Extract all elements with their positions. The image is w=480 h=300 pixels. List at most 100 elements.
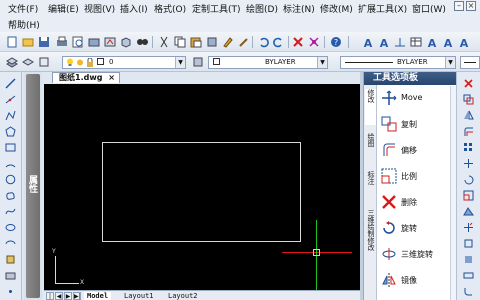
menu-edit[interactable]: 编辑(E) xyxy=(48,2,79,15)
brush-icon[interactable] xyxy=(238,36,250,48)
insert-block-icon[interactable] xyxy=(5,254,16,265)
tool-erase[interactable]: 删除 xyxy=(381,192,455,214)
layer-select[interactable]: 0 ▼ xyxy=(62,56,186,69)
menu-custom-tools[interactable]: 定制工具(T) xyxy=(192,2,241,15)
save-icon[interactable] xyxy=(38,36,50,48)
mirror-icon[interactable] xyxy=(463,110,474,121)
redo-icon[interactable] xyxy=(272,36,284,48)
text-style-icon[interactable]: A xyxy=(362,36,374,48)
break-icon[interactable] xyxy=(463,254,474,265)
tab-dimension[interactable]: 标注 xyxy=(365,171,376,201)
chevron-down-icon[interactable]: ▼ xyxy=(317,57,327,68)
menu-extend-tools[interactable]: 扩展工具(X) xyxy=(358,2,407,15)
layer-manager-icon[interactable] xyxy=(6,56,18,68)
delete-icon[interactable] xyxy=(292,36,304,48)
tab-layout2[interactable]: Layout2 xyxy=(168,292,198,300)
fillet-icon[interactable] xyxy=(463,286,474,297)
last-layout-button[interactable]: ▶| xyxy=(73,292,81,300)
construction-line-icon[interactable] xyxy=(5,94,16,105)
layer-previous-icon[interactable] xyxy=(22,56,34,68)
close-button[interactable]: × xyxy=(466,1,476,11)
scale-icon[interactable] xyxy=(463,190,474,201)
lineweight-select[interactable] xyxy=(460,56,480,69)
3d-icon[interactable] xyxy=(120,36,132,48)
point-icon[interactable] xyxy=(5,286,16,297)
ellipse-arc-icon[interactable] xyxy=(5,238,16,249)
polygon-icon[interactable] xyxy=(5,126,16,137)
menu-modify[interactable]: 修改(M) xyxy=(320,2,353,15)
copy-icon[interactable] xyxy=(174,36,186,48)
layer-states-icon[interactable] xyxy=(38,56,50,68)
make-block-icon[interactable] xyxy=(5,270,16,281)
undo-icon[interactable] xyxy=(258,36,270,48)
chamfer-icon[interactable] xyxy=(463,270,474,281)
prev-layout-button[interactable]: ◀ xyxy=(55,292,63,300)
rectangle-icon[interactable] xyxy=(5,142,16,153)
trim-icon[interactable] xyxy=(463,222,474,233)
tool-scale[interactable]: 比例 xyxy=(381,166,455,188)
publish-icon[interactable] xyxy=(88,36,100,48)
circle-icon[interactable] xyxy=(5,174,16,185)
revision-cloud-icon[interactable] xyxy=(5,190,16,201)
linetype-select[interactable]: BYLAYER ▼ xyxy=(340,56,456,69)
arc-icon[interactable] xyxy=(5,158,16,169)
polyline-icon[interactable] xyxy=(5,110,16,121)
minimize-button[interactable]: – xyxy=(454,1,464,11)
tab-3d-modify[interactable]: 三维绘制修改 xyxy=(365,209,376,289)
tool-mirror[interactable]: 镜像 xyxy=(381,270,455,292)
first-layout-button[interactable]: |◀ xyxy=(46,292,54,300)
print-preview-icon[interactable] xyxy=(72,36,84,48)
menu-draw[interactable]: 绘图(D) xyxy=(246,2,278,15)
tab-layout1[interactable]: Layout1 xyxy=(124,292,154,300)
color-select[interactable]: BYLAYER ▼ xyxy=(208,56,328,69)
purge-icon[interactable] xyxy=(308,36,320,48)
close-tab-icon[interactable]: × xyxy=(108,73,115,83)
stretch-icon[interactable] xyxy=(463,206,474,217)
drawing-canvas[interactable]: Y X xyxy=(44,84,360,290)
make-current-icon[interactable] xyxy=(192,56,204,68)
dim-style-icon[interactable] xyxy=(394,36,406,48)
open-icon[interactable] xyxy=(22,36,34,48)
tool-offset[interactable]: 偏移 xyxy=(381,140,455,162)
offset-icon[interactable] xyxy=(463,126,474,137)
match-properties-icon[interactable] xyxy=(222,36,234,48)
ellipse-icon[interactable] xyxy=(5,222,16,233)
menu-dimension[interactable]: 标注(N) xyxy=(283,2,315,15)
erase-icon[interactable] xyxy=(463,78,474,89)
table-icon[interactable] xyxy=(410,36,422,48)
extend-icon[interactable] xyxy=(463,238,474,249)
copy-icon[interactable] xyxy=(463,94,474,105)
move-icon[interactable] xyxy=(463,158,474,169)
menu-format[interactable]: 格式(O) xyxy=(154,2,186,15)
multiline-text-icon[interactable]: A xyxy=(442,36,454,48)
text-scale-icon[interactable]: A xyxy=(458,36,470,48)
menu-file[interactable]: 文件(F) xyxy=(8,2,38,15)
tool-3d-rotate[interactable]: 三维旋转 xyxy=(381,244,455,266)
next-layout-button[interactable]: ▶ xyxy=(64,292,72,300)
print-icon[interactable] xyxy=(56,36,68,48)
line-icon[interactable] xyxy=(5,78,16,89)
menu-window[interactable]: 窗口(W) xyxy=(412,2,446,15)
menu-help[interactable]: 帮助(H) xyxy=(8,18,40,31)
tab-modify[interactable]: 修改 xyxy=(365,89,376,125)
menu-insert[interactable]: 插入(I) xyxy=(120,2,148,15)
array-icon[interactable] xyxy=(463,142,474,153)
help-icon[interactable]: ? xyxy=(330,36,342,48)
tool-rotate[interactable]: 旋转 xyxy=(381,218,455,240)
tool-copy[interactable]: 复制 xyxy=(381,114,455,136)
chevron-down-icon[interactable]: ▼ xyxy=(175,57,185,68)
document-tab[interactable]: 图纸1.dwg × xyxy=(52,72,120,83)
align-icon[interactable]: A xyxy=(426,36,438,48)
tab-draw[interactable]: 绘图 xyxy=(365,133,376,163)
cut-icon[interactable] xyxy=(158,36,170,48)
plot-icon[interactable] xyxy=(104,36,116,48)
paste-icon[interactable] xyxy=(190,36,202,48)
tool-move[interactable]: Move xyxy=(381,88,455,110)
tab-model[interactable]: Model xyxy=(84,292,112,300)
spline-icon[interactable] xyxy=(5,206,16,217)
menu-view[interactable]: 视图(V) xyxy=(84,2,115,15)
text-edit-icon[interactable]: A xyxy=(378,36,390,48)
find-icon[interactable] xyxy=(136,36,148,48)
rotate-icon[interactable] xyxy=(463,174,474,185)
block-icon[interactable] xyxy=(206,36,218,48)
